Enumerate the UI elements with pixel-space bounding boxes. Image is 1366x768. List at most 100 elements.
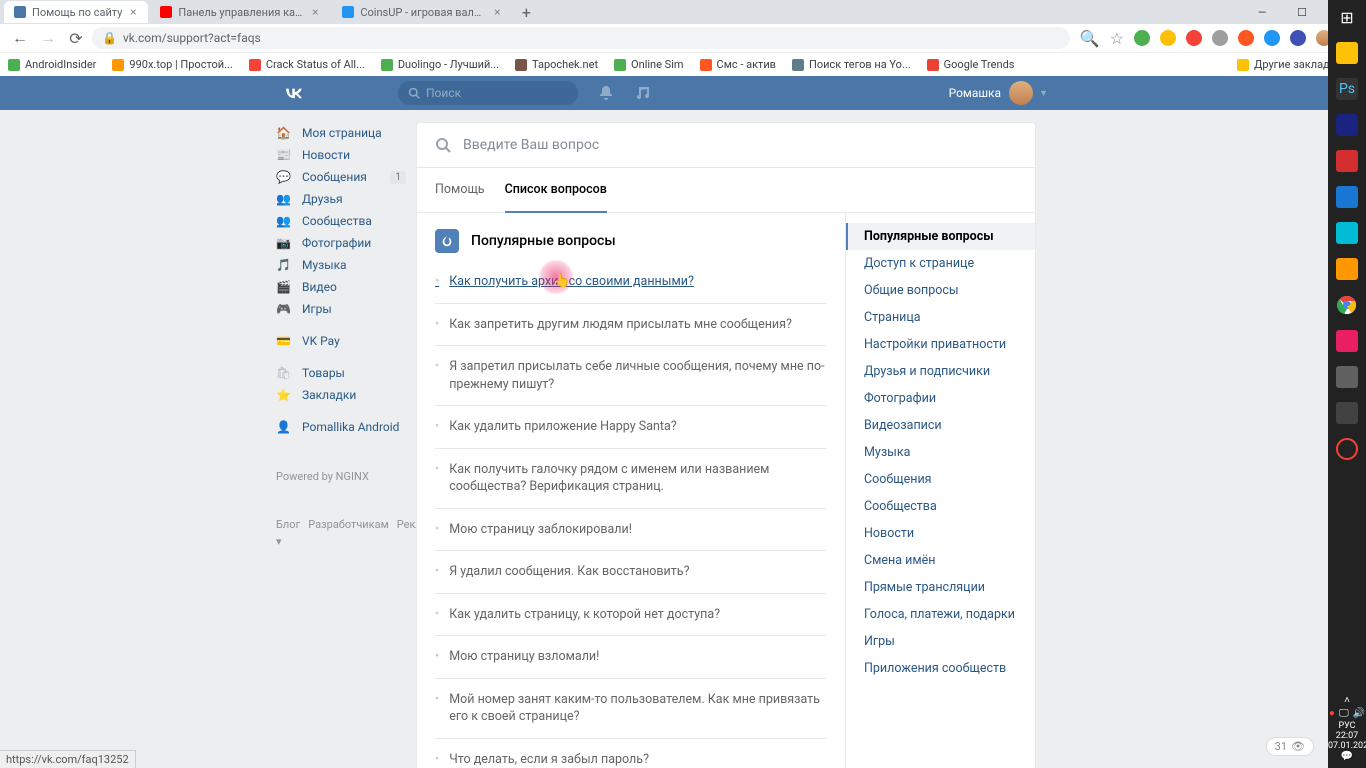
windows-start-icon[interactable]: ⊞: [1336, 6, 1358, 28]
forward-button[interactable]: →: [36, 26, 60, 50]
reload-button[interactable]: ⟳: [64, 26, 88, 50]
taskbar-app-icon[interactable]: [1336, 150, 1358, 172]
taskbar-app-icon[interactable]: [1336, 42, 1358, 64]
tab-questions-list[interactable]: Список вопросов: [505, 168, 607, 213]
photoshop-icon[interactable]: Ps: [1336, 78, 1358, 100]
category-item[interactable]: Видеозаписи: [846, 412, 1035, 439]
question-link[interactable]: Как получить архив со своими данными?: [435, 261, 827, 304]
bookmark-item[interactable]: Google Trends: [927, 58, 1015, 71]
close-icon[interactable]: ×: [128, 7, 138, 17]
minimize-button[interactable]: —: [1242, 0, 1282, 24]
extension-icon[interactable]: [1238, 30, 1254, 46]
question-link[interactable]: Как удалить приложение Happy Santa?: [435, 406, 827, 449]
extension-icon[interactable]: [1160, 30, 1176, 46]
tab-help[interactable]: Помощь: [435, 168, 485, 212]
sidebar-item-bookmark[interactable]: ⭐Закладки: [276, 384, 406, 406]
category-item[interactable]: Страница: [846, 304, 1035, 331]
help-search-input[interactable]: [463, 137, 1017, 153]
bookmark-item[interactable]: Duolingo - Лучший...: [381, 58, 499, 71]
question-link[interactable]: Я удалил сообщения. Как восстановить?: [435, 551, 827, 594]
category-item[interactable]: Новости: [846, 520, 1035, 547]
other-bookmarks[interactable]: Другие закладки: [1237, 58, 1342, 71]
sidebar-item-music[interactable]: 🎵Музыка: [276, 254, 406, 276]
bookmark-item[interactable]: AndroidInsider: [8, 58, 96, 71]
taskbar-app-icon[interactable]: [1336, 186, 1358, 208]
sidebar-item-home[interactable]: 🏠Моя страница: [276, 122, 406, 144]
question-link[interactable]: Как запретить другим людям присылать мне…: [435, 304, 827, 347]
question-link[interactable]: Мою страницу взломали!: [435, 636, 827, 679]
sidebar-item-news[interactable]: 📰Новости: [276, 144, 406, 166]
footer-link[interactable]: Разработчикам: [308, 518, 389, 531]
bookmark-item[interactable]: Tapochek.net: [515, 58, 598, 71]
category-item[interactable]: Игры: [846, 628, 1035, 655]
browser-tab[interactable]: Помощь по сайту ×: [4, 1, 148, 23]
extension-icon[interactable]: [1134, 30, 1150, 46]
question-link[interactable]: Мой номер занят каким-то пользователем. …: [435, 679, 827, 739]
sidebar-item-msg[interactable]: 💬Сообщения1: [276, 166, 406, 188]
sidebar-item-photo[interactable]: 📷Фотографии: [276, 232, 406, 254]
category-item[interactable]: Голоса, платежи, подарки: [846, 601, 1035, 628]
star-icon[interactable]: ☆: [1110, 29, 1124, 48]
taskbar-app-icon[interactable]: [1336, 222, 1358, 244]
chevron-up-icon[interactable]: ˄: [1344, 695, 1350, 706]
chrome-icon[interactable]: [1336, 294, 1358, 316]
bookmark-item[interactable]: Поиск тегов на Yo...: [792, 58, 911, 71]
sidebar-item-groups[interactable]: 👥Сообщества: [276, 210, 406, 232]
category-item[interactable]: Смена имён: [846, 547, 1035, 574]
category-item[interactable]: Доступ к странице: [846, 250, 1035, 277]
taskbar-app-icon[interactable]: [1336, 258, 1358, 280]
sidebar-item-video[interactable]: 🎬Видео: [276, 276, 406, 298]
question-link[interactable]: Я запретил присылать себе личные сообщен…: [435, 346, 827, 406]
question-link[interactable]: Мою страницу заблокировали!: [435, 509, 827, 552]
category-item[interactable]: Сообщества: [846, 493, 1035, 520]
category-item[interactable]: Сообщения: [846, 466, 1035, 493]
address-bar[interactable]: 🔒 vk.com/support?act=faqs: [92, 27, 1070, 49]
category-item[interactable]: Фотографии: [846, 385, 1035, 412]
new-tab-button[interactable]: +: [514, 3, 538, 22]
extension-icon[interactable]: [1290, 30, 1306, 46]
browser-tab[interactable]: Панель управления каналом - ×: [150, 1, 330, 23]
record-icon[interactable]: [1336, 438, 1358, 460]
volume-icon[interactable]: 🔊: [1353, 708, 1365, 719]
taskbar-app-icon[interactable]: [1336, 366, 1358, 388]
zoom-icon[interactable]: 🔍: [1080, 29, 1100, 48]
system-tray[interactable]: ˄ ● 🖵 🔊 РУС 22:07 07.01.2020 💬: [1328, 691, 1366, 768]
language-indicator[interactable]: РУС: [1328, 721, 1366, 731]
music-icon[interactable]: [634, 85, 650, 101]
question-link[interactable]: Что делать, если я забыл пароль?: [435, 739, 827, 768]
browser-tab[interactable]: CoinsUP - игровая валюта, пр ×: [332, 1, 512, 23]
question-link[interactable]: Как получить галочку рядом с именем или …: [435, 449, 827, 509]
sidebar-item-person[interactable]: 👤Pomallika Android: [276, 416, 406, 438]
bookmark-item[interactable]: 990x.top | Простой...: [112, 58, 232, 71]
footer-link[interactable]: Блог: [276, 518, 300, 531]
category-item[interactable]: Общие вопросы: [846, 277, 1035, 304]
monitor-icon[interactable]: 🖵: [1339, 708, 1349, 719]
maximize-button[interactable]: ☐: [1282, 0, 1322, 24]
sidebar-item-market[interactable]: 🛍Товары: [276, 362, 406, 384]
sidebar-item-friends[interactable]: 👥Друзья: [276, 188, 406, 210]
close-icon[interactable]: ×: [492, 7, 502, 17]
back-button[interactable]: ←: [8, 26, 32, 50]
category-item[interactable]: Музыка: [846, 439, 1035, 466]
sidebar-item-pay[interactable]: 💳VK Pay: [276, 330, 406, 352]
sidebar-item-games[interactable]: 🎮Игры: [276, 298, 406, 320]
close-icon[interactable]: ×: [310, 7, 320, 17]
taskbar-app-icon[interactable]: [1336, 402, 1358, 424]
bookmark-item[interactable]: Смс - актив: [700, 58, 776, 71]
user-menu[interactable]: Ромашка ▼: [949, 81, 1048, 105]
clock-time[interactable]: 22:07: [1328, 731, 1366, 741]
bell-icon[interactable]: [598, 85, 614, 101]
extension-icon[interactable]: [1212, 30, 1228, 46]
category-item[interactable]: Приложения сообществ: [846, 655, 1035, 682]
category-item[interactable]: Настройки приватности: [846, 331, 1035, 358]
category-item[interactable]: Прямые трансляции: [846, 574, 1035, 601]
taskbar-app-icon[interactable]: [1336, 114, 1358, 136]
vk-logo-icon[interactable]: [280, 84, 308, 102]
question-link[interactable]: Как удалить страницу, к которой нет дост…: [435, 594, 827, 637]
bookmark-item[interactable]: Crack Status of All...: [249, 58, 365, 71]
notification-icon[interactable]: 💬: [1341, 751, 1353, 762]
search-input[interactable]: Поиск: [398, 81, 578, 105]
taskbar-app-icon[interactable]: [1336, 330, 1358, 352]
clock-date[interactable]: 07.01.2020: [1328, 741, 1366, 751]
extension-icon[interactable]: [1264, 30, 1280, 46]
